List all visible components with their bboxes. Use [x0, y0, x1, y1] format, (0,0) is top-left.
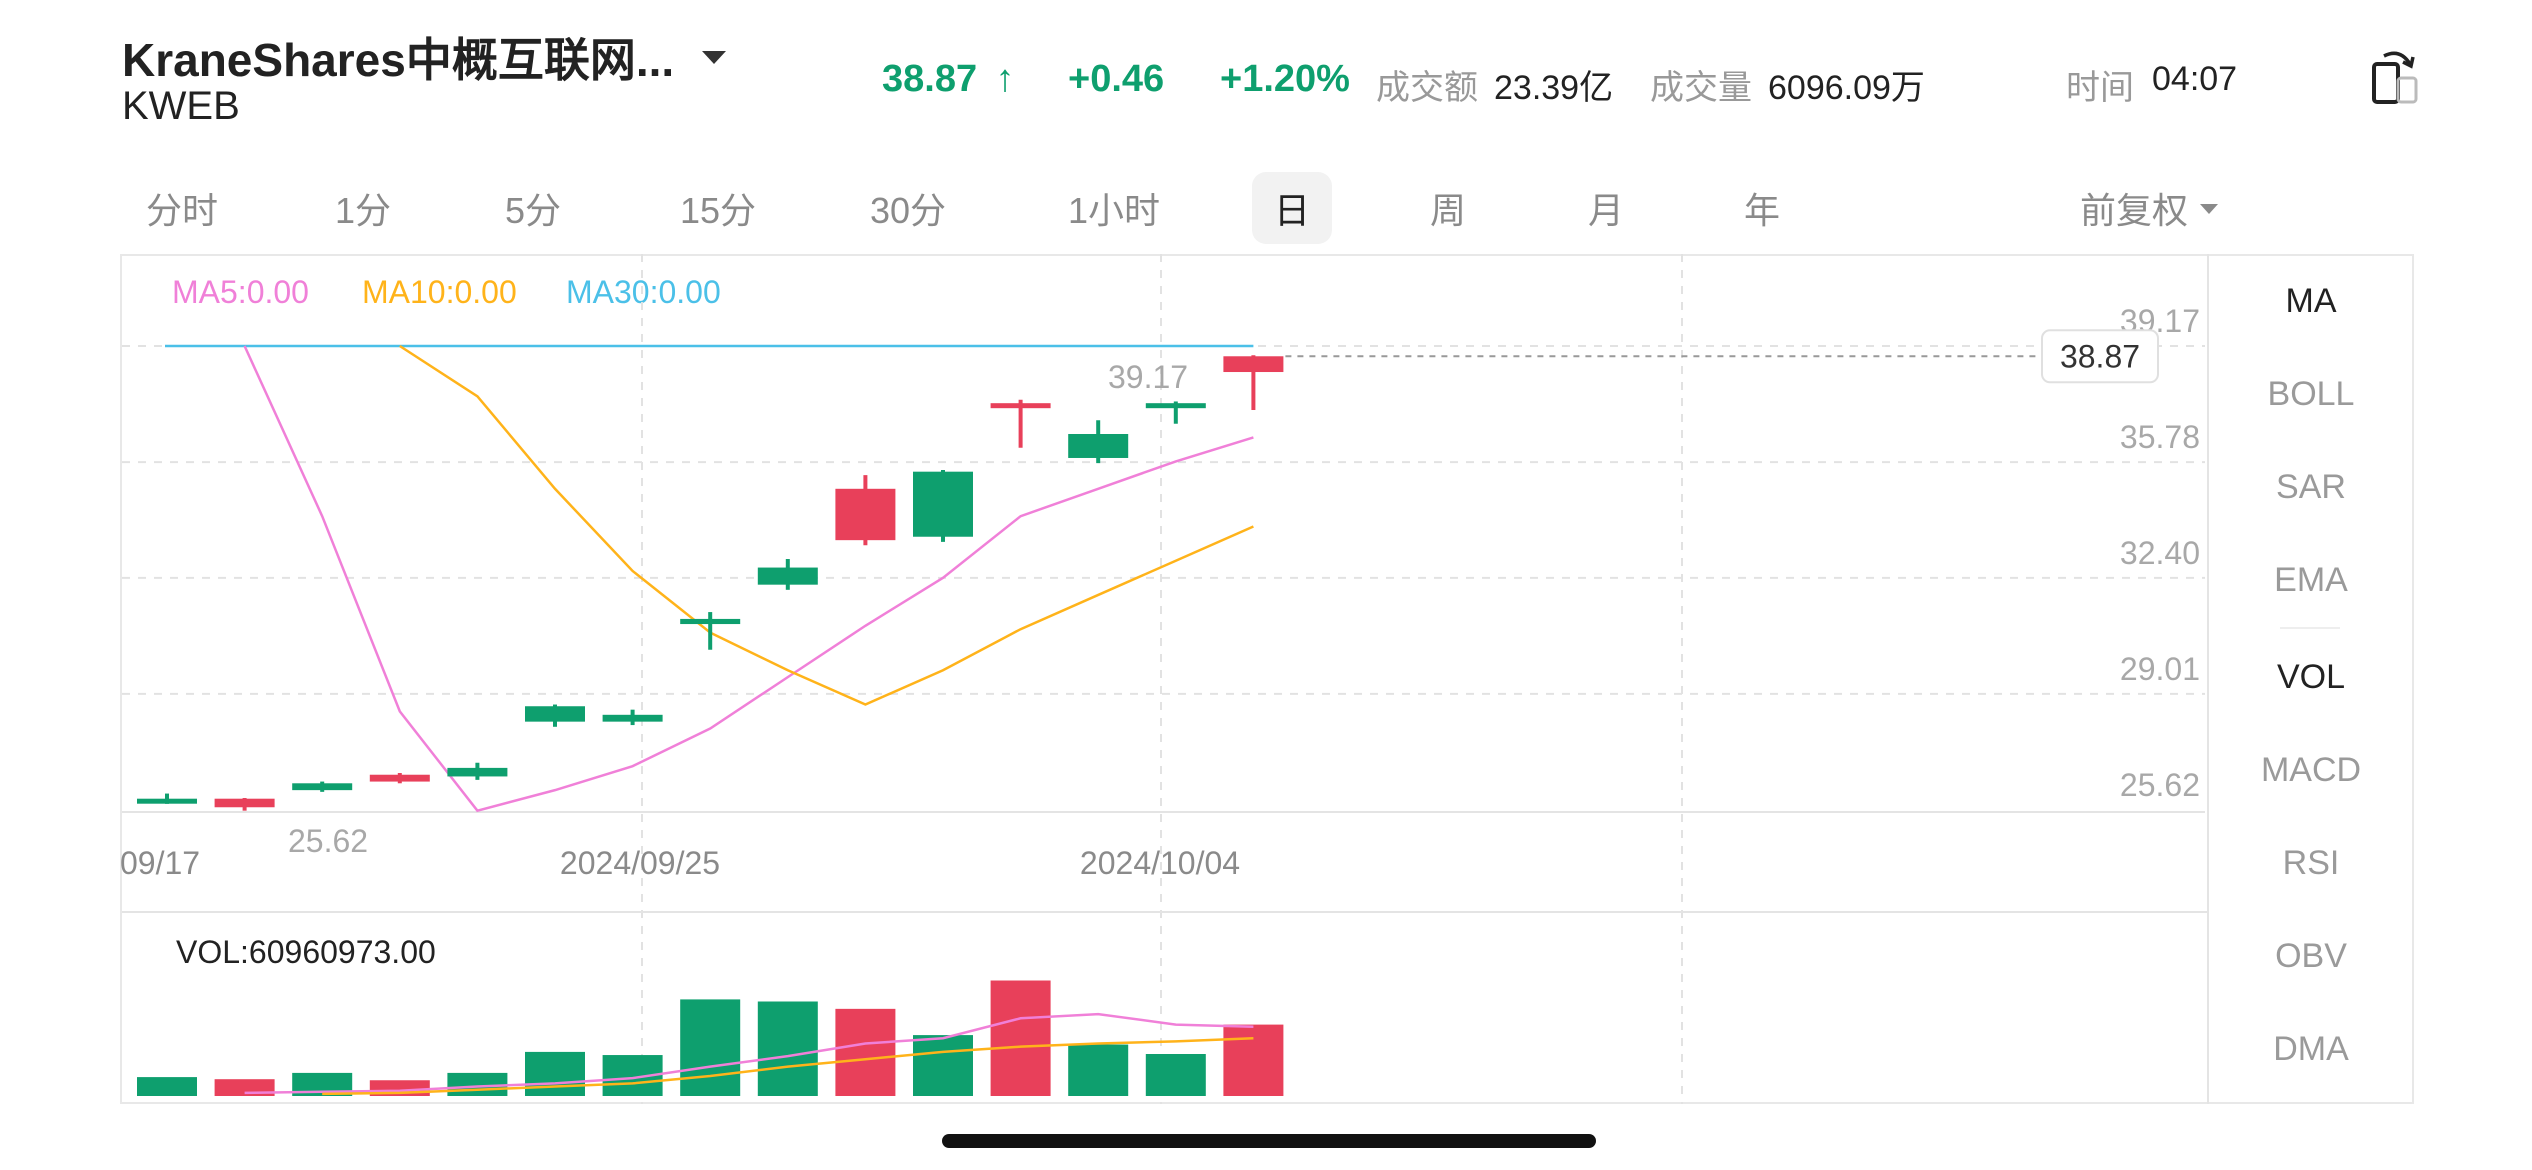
volume-bar: [1145, 1054, 1206, 1096]
candle-body: [447, 767, 508, 777]
x-tick-label: 2024/10/04: [1080, 845, 1240, 881]
candle-body: [757, 567, 818, 585]
x-tick-label: 09/17: [120, 845, 200, 881]
indicator-ma[interactable]: MA: [2210, 282, 2412, 321]
candle-body: [369, 774, 430, 782]
volume-bar: [525, 1051, 585, 1096]
volume-bar: [680, 999, 741, 1096]
candle-body: [292, 783, 353, 791]
candle-body: [1223, 356, 1284, 373]
kline-chart[interactable]: 39.1735.7832.4029.0125.6238.8739.1725.62…: [0, 0, 2532, 1170]
min-price-label: 25.62: [288, 823, 368, 859]
home-indicator: [942, 1134, 1596, 1148]
candle-body: [1145, 403, 1206, 409]
y-tick-label: 29.01: [2120, 651, 2200, 687]
candle-body: [1068, 434, 1129, 458]
ma-lines: [165, 344, 1254, 813]
indicator-dma[interactable]: DMA: [2210, 1030, 2412, 1069]
max-price-label: 39.17: [1108, 359, 1188, 395]
candle-body: [214, 798, 275, 808]
volume-bar: [913, 1035, 973, 1096]
indicator-boll[interactable]: BOLL: [2210, 375, 2412, 414]
volume-bar: [835, 1008, 896, 1096]
candle-body: [913, 471, 973, 537]
indicator-macd[interactable]: MACD: [2210, 751, 2412, 790]
indicator-sar[interactable]: SAR: [2210, 468, 2412, 507]
indicator-rsi[interactable]: RSI: [2210, 844, 2412, 883]
candles: [137, 355, 1284, 811]
candle-body: [990, 403, 1051, 409]
volume-bars: [137, 980, 1284, 1096]
volume-bar: [137, 1077, 197, 1096]
volume-bar: [990, 980, 1051, 1096]
candle-body: [835, 488, 896, 541]
candle-body: [602, 714, 663, 722]
indicator-ema[interactable]: EMA: [2210, 561, 2412, 600]
volume-bar: [757, 1001, 818, 1096]
volume-bar: [1223, 1024, 1284, 1096]
candle-body: [680, 618, 741, 625]
y-tick-label: 25.62: [2120, 767, 2200, 803]
indicator-divider: [2280, 627, 2340, 629]
y-tick-label: 32.40: [2120, 535, 2200, 571]
candle-body: [137, 798, 197, 804]
last-price-tag-text: 38.87: [2060, 338, 2140, 374]
volume-bar: [1068, 1044, 1129, 1096]
y-tick-label: 35.78: [2120, 419, 2200, 455]
candle-body: [525, 706, 585, 722]
vol-label: VOL:60960973.00: [176, 934, 436, 970]
x-tick-label: 2024/09/25: [560, 845, 720, 881]
indicator-obv[interactable]: OBV: [2210, 937, 2412, 976]
indicator-vol[interactable]: VOL: [2210, 658, 2412, 697]
